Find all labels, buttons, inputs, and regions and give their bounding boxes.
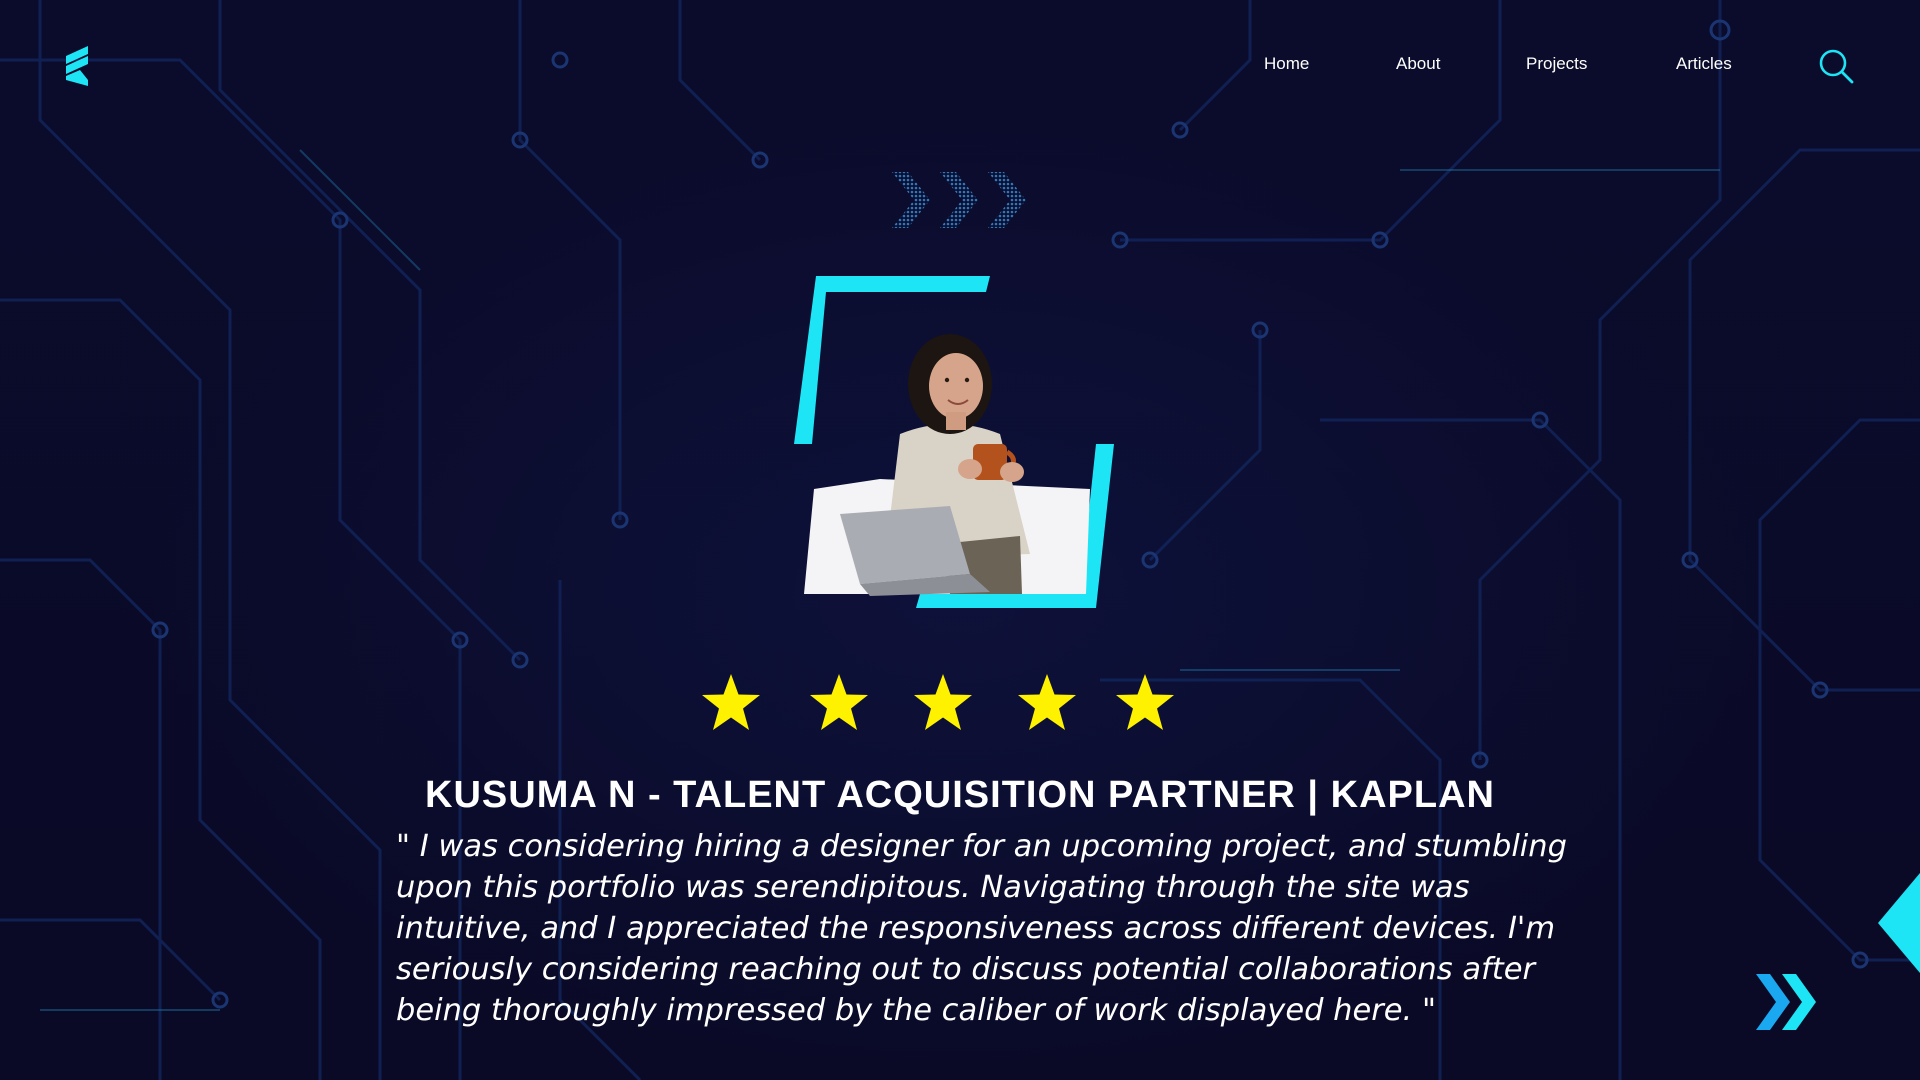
star-icon [914,674,972,730]
reviewer-name: KUSUMA N - TALENT ACQUISITION PARTNER | … [425,774,1495,816]
star-icon [810,674,868,730]
rating-stars [700,672,1180,742]
testimonial-page: Home About Projects Articles KUSUMA N - … [0,0,1920,1080]
nav-projects-link[interactable]: Projects [1526,54,1587,74]
nav-about-link[interactable]: About [1396,54,1440,74]
triple-chevron-decoration-icon [892,172,1026,228]
nav-home-link[interactable]: Home [1264,54,1309,74]
double-chevron-right-icon[interactable] [1754,970,1820,1034]
reviewer-photo [794,276,1114,608]
star-icon [1116,674,1174,730]
testimonial-quote: " I was considering hiring a designer fo… [396,829,1567,1028]
side-tab-decoration [1878,873,1920,973]
star-icon [702,674,760,730]
nav-articles-link[interactable]: Articles [1676,54,1732,74]
search-icon[interactable] [1818,48,1854,84]
star-icon [1018,674,1076,730]
main-nav: Home About Projects Articles [0,52,1920,82]
